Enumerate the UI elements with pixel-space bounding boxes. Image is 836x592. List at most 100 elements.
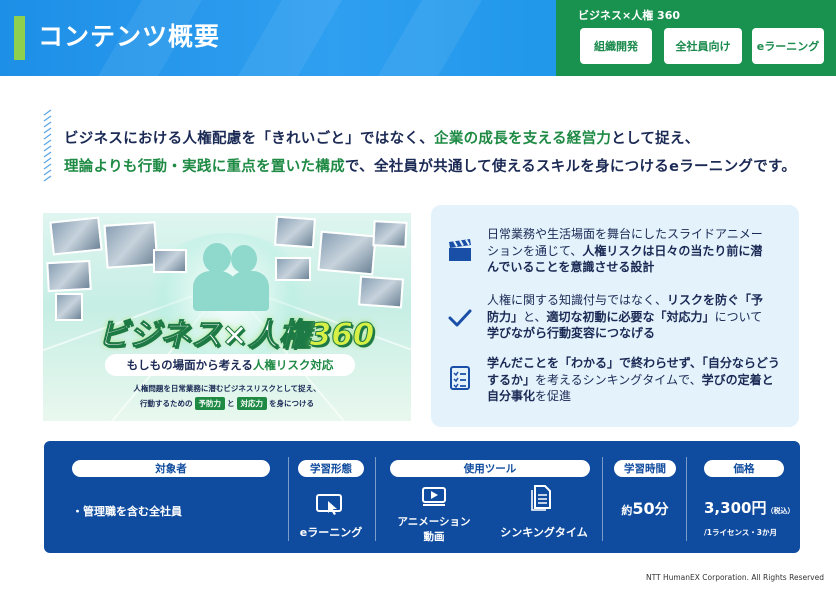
study-time-unit: 分 (654, 502, 669, 518)
divider (686, 457, 687, 541)
feature-text-run: と、 (523, 309, 547, 324)
header-stripe (238, 0, 342, 76)
banner-title-number: 360 (309, 317, 375, 354)
scene-photo (372, 220, 408, 248)
intro-text-run: 理論よりも行動・実践に重点を置いた構成 (64, 159, 345, 175)
feature-text-run: 学んだことを「わかる」で終わらせず、「自分ならどう (487, 356, 780, 370)
tool-animation-line1: アニメーション (397, 516, 471, 528)
intro-text-run: 人権配慮を「きれいごと」ではなく (182, 131, 420, 147)
feature-line: 日常業務や生活場面を舞台にしたスライドアニメー (487, 226, 787, 243)
feature-line: ションを通じて、人権リスクは日々の当たり前に潜 (487, 243, 787, 260)
price-amount: 3,300円 (704, 499, 767, 517)
feature-text-run: リスクを防ぐ「予 (667, 293, 764, 307)
monitor-click-icon (316, 494, 342, 515)
feature-line: するか」を考えるシンキングタイムで、学びの定着と (487, 372, 787, 389)
label-tools: 使用ツール (390, 460, 590, 477)
video-play-icon (422, 487, 446, 506)
feature-text-run: を促進 (535, 389, 572, 403)
copyright: NTT HumanEX Corporation. All Rights Rese… (645, 573, 824, 582)
decorative-diagonal-lines (43, 109, 52, 182)
price-value: 3,300円（税込） (704, 497, 794, 518)
feature-line: 自分事化を促進 (487, 388, 787, 405)
feature-text-run: 人権に関する知識付与ではなく、 (487, 293, 668, 307)
label-price: 価格 (704, 460, 784, 477)
feature-line: 人権に関する知識付与ではなく、リスクを防ぐ「予 (487, 292, 787, 309)
features-panel: 日常業務や生活場面を舞台にしたスライドアニメー ションを通じて、人権リスクは日々の… (431, 205, 799, 427)
course-info-panel: 対象者 ・管理職を含む全社員 学習形態 eラーニング 使用ツール アニメーション… (44, 441, 800, 553)
tag-all-employees[interactable]: 全社員向け (664, 28, 742, 64)
feature-text-run: について (714, 309, 763, 324)
price-tax-note: （税込） (766, 507, 795, 515)
scene-photo (49, 216, 103, 256)
feature-text-run: するか」 (487, 372, 536, 387)
tag-organization-development[interactable]: 組織開発 (580, 28, 652, 64)
document-list-icon (531, 485, 551, 511)
scene-photo (103, 221, 159, 269)
banner-caption-pre: 行動するための (140, 399, 193, 408)
intro-line-2: 理論よりも行動・実践に重点を置いた構成で、全社員が共通して使えるスキルを身につけ… (64, 155, 796, 176)
study-time-number: 50 (632, 499, 655, 518)
label-learning-format: 学習形態 (298, 460, 364, 477)
tool-thinking-time: シンキングタイム (500, 526, 588, 539)
feature-text-2: 人権に関する知識付与ではなく、リスクを防ぐ「予 防力」と、適切な初動に必要な「対応… (487, 292, 787, 342)
feature-text-run: 適切な初動に必要な「対応力」 (546, 309, 715, 324)
scene-photo (275, 257, 311, 281)
feature-line: 防力」と、適切な初動に必要な「対応力」について (487, 309, 787, 326)
course-banner-image: ビジネス×人権360 もしもの場面から考える人権リスク対応 人権問題を日常業務に… (43, 213, 411, 421)
label-study-time: 学習時間 (614, 460, 676, 477)
banner-chip-response: 対応力 (236, 397, 267, 410)
scene-photo (46, 259, 92, 293)
feature-text-run: んでいることを意識させる設計 (487, 260, 655, 274)
person-silhouette-icon (229, 271, 269, 311)
banner-title: ビジネス×人権360 (71, 309, 401, 354)
title-accent-bar (14, 16, 25, 60)
tool-animation-line2: 動画 (423, 531, 445, 543)
intro-text-run: として捉え、 (611, 131, 700, 147)
banner-caption-2: 行動するための 予防力と対応力 を身につける (43, 397, 411, 410)
feature-line: んでいることを意識させる設計 (487, 259, 787, 276)
scene-photo (274, 215, 316, 249)
banner-subtitle-highlight: 人権リスク対応 (252, 358, 334, 372)
intro-line-1: ビジネスにおける人権配慮を「きれいごと」ではなく、企業の成長を支える経営力として… (64, 127, 700, 148)
scene-photo (153, 249, 187, 273)
divider (602, 457, 603, 541)
scene-photo (317, 230, 377, 276)
study-time-value: 約50分 (614, 499, 676, 519)
tag-group-title: ビジネス×人権 360 (578, 9, 681, 22)
page-title: コンテンツ概要 (38, 22, 221, 51)
feature-text-3: 学んだことを「わかる」で終わらせず、「自分ならどう するか」を考えるシンキングタイ… (487, 355, 787, 405)
intro-text-run: 企業の成長を支える経営力 (434, 131, 612, 147)
person-silhouette-icon (231, 245, 257, 273)
header-stripe (378, 0, 482, 76)
feature-text-run: ションを通じて、 (487, 243, 583, 258)
scene-photo (358, 275, 404, 309)
tag-elearning[interactable]: eラーニング (752, 28, 824, 64)
divider (375, 457, 376, 541)
banner-caption-post: を身につける (269, 399, 314, 408)
intro-text-run: で、全社員が共通して使えるスキルを身につけるeラーニングです。 (344, 159, 797, 175)
person-silhouette-icon (203, 243, 231, 273)
study-time-prefix: 約 (621, 504, 633, 517)
feature-text-run: を考えるシンキングタイムで、 (535, 372, 702, 387)
banner-subtitle: もしもの場面から考える人権リスク対応 (105, 354, 355, 376)
feature-text-run: 日常業務や生活場面を舞台にしたスライドアニメー (487, 227, 763, 241)
format-value: eラーニング (299, 526, 363, 539)
clapperboard-icon (449, 239, 471, 261)
feature-text-run: 防力」 (487, 309, 524, 324)
feature-line: 学んだことを「わかる」で終わらせず、「自分ならどう (487, 355, 787, 372)
divider (288, 457, 289, 541)
feature-line: 学びながら行動変容につなげる (487, 325, 787, 342)
feature-text-1: 日常業務や生活場面を舞台にしたスライドアニメー ションを通じて、人権リスクは日々の… (487, 226, 787, 276)
banner-subtitle-pre: もしもの場面から考える (126, 358, 253, 372)
check-icon (448, 309, 472, 327)
intro-text-run: 、 (419, 131, 435, 147)
price-license-note: /1ライセンス・3か月 (704, 528, 778, 537)
banner-title-main: ビジネス×人権 (97, 317, 310, 354)
banner-chip-prevention: 予防力 (194, 397, 225, 410)
feature-text-run: 人権リスクは日々の当たり前に潜 (582, 243, 763, 258)
feature-text-run: 学びながら行動変容につなげる (487, 326, 656, 340)
banner-caption-1: 人権問題を日常業務に潜むビジネスリスクとして捉え、 (133, 384, 321, 393)
label-target: 対象者 (72, 460, 270, 477)
checklist-icon (450, 366, 470, 390)
banner-caption-mid: と (227, 399, 235, 408)
